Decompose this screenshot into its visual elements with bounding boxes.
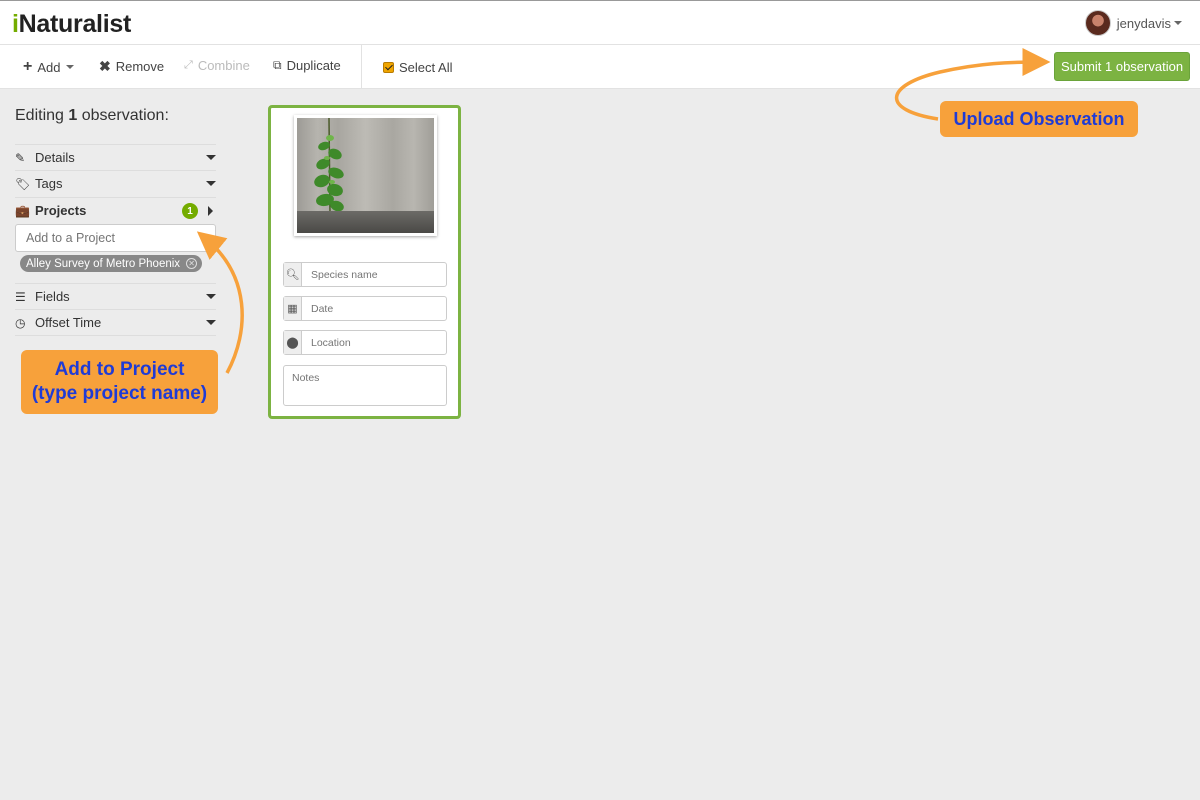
species-name-input[interactable]: [302, 263, 446, 286]
accordion-fields[interactable]: ☰ Fields: [15, 283, 216, 309]
add-to-project-callout: Add to Project (type project name): [21, 350, 218, 414]
duplicate-icon: ⧉: [273, 58, 282, 72]
calendar-icon: ▦: [284, 297, 302, 320]
combine-label: Combine: [197, 58, 250, 73]
photo-ground: [297, 211, 434, 233]
date-field[interactable]: ▦: [283, 296, 447, 321]
combine-icon: ⤢: [184, 59, 193, 71]
remove-label: Remove: [115, 59, 165, 74]
avatar: [1084, 10, 1111, 36]
briefcase-icon: 💼: [15, 203, 30, 218]
toolbar-divider: [361, 45, 362, 89]
date-input[interactable]: [302, 297, 446, 320]
offset-time-label: Offset Time: [35, 315, 102, 330]
observation-card[interactable]: 🔍︎ ▦ ⬤: [268, 105, 461, 419]
uploader-toolbar: + Add ✖ Remove ⤢ Combine ⧉ Duplicate Sel…: [0, 45, 1200, 89]
combine-button[interactable]: ⤢ Combine: [184, 58, 250, 73]
location-input[interactable]: [302, 331, 446, 354]
plus-icon: +: [23, 58, 33, 75]
duplicate-label: Duplicate: [286, 58, 341, 73]
accordion-offset-time[interactable]: ◷ Offset Time: [15, 309, 216, 335]
username: jenydavis: [1116, 15, 1171, 31]
top-navbar: iNaturalist jenydavis: [0, 0, 1200, 45]
x-icon: ✖: [99, 58, 111, 74]
caret-down-icon: [206, 181, 216, 186]
add-to-project-input[interactable]: [15, 224, 216, 252]
logo-text: Naturalist: [18, 10, 132, 38]
accordion-details[interactable]: ✎ Details: [15, 144, 216, 170]
inaturalist-logo[interactable]: iNaturalist: [12, 10, 131, 39]
add-label: Add: [37, 59, 61, 75]
editing-count: 1: [68, 107, 78, 124]
remove-tag-icon[interactable]: ✕: [186, 258, 198, 269]
photo-image: [297, 118, 434, 233]
chevron-down-icon: [1174, 21, 1182, 25]
caret-down-icon: [206, 294, 216, 299]
project-tag-label: Alley Survey of Metro Phoenix: [26, 257, 181, 270]
chevron-down-icon: [66, 65, 75, 69]
callout-line-2: (type project name): [31, 383, 208, 404]
select-all-label: Select All: [399, 60, 453, 75]
select-all-checkbox[interactable]: Select All: [383, 60, 452, 75]
accordion-projects[interactable]: 💼 Projects 1: [15, 197, 216, 223]
duplicate-button[interactable]: ⧉ Duplicate: [273, 58, 341, 73]
accordion-divider: [15, 335, 216, 336]
list-icon: ☰: [15, 289, 26, 304]
user-menu[interactable]: jenydavis: [1084, 10, 1182, 36]
callout-line-1: Add to Project: [54, 359, 185, 380]
caret-down-icon: [206, 155, 216, 160]
submit-observations-button[interactable]: Submit 1 observation: [1054, 52, 1190, 81]
editing-title: Editing 1 observation:: [15, 107, 169, 125]
caret-right-icon: [208, 206, 213, 216]
checkbox-checked-icon[interactable]: [383, 62, 394, 73]
editing-suffix: observation:: [81, 107, 169, 124]
search-icon: 🔍︎: [284, 263, 302, 286]
projects-count-badge: 1: [182, 203, 198, 219]
remove-button[interactable]: ✖ Remove: [99, 58, 164, 75]
tags-label: Tags: [35, 176, 63, 191]
clock-icon: ◷: [15, 315, 26, 330]
notes-textarea[interactable]: [283, 365, 447, 406]
observation-photo[interactable]: [294, 115, 437, 236]
tag-icon: 🏷: [15, 176, 31, 191]
editing-prefix: Editing: [15, 107, 64, 124]
map-pin-icon: ⬤: [284, 331, 302, 354]
project-tag: Alley Survey of Metro Phoenix ✕: [20, 255, 203, 272]
upload-observation-callout: Upload Observation: [940, 101, 1138, 137]
pencil-icon: ✎: [15, 150, 26, 165]
add-button[interactable]: + Add: [23, 58, 75, 76]
fields-label: Fields: [35, 289, 70, 304]
accordion-tags[interactable]: 🏷 Tags: [15, 170, 216, 196]
details-label: Details: [35, 150, 75, 165]
caret-down-icon: [206, 320, 216, 325]
projects-label: Projects: [35, 203, 87, 218]
species-name-field[interactable]: 🔍︎: [283, 262, 447, 287]
location-field[interactable]: ⬤: [283, 330, 447, 355]
logo-i: i: [12, 10, 19, 38]
